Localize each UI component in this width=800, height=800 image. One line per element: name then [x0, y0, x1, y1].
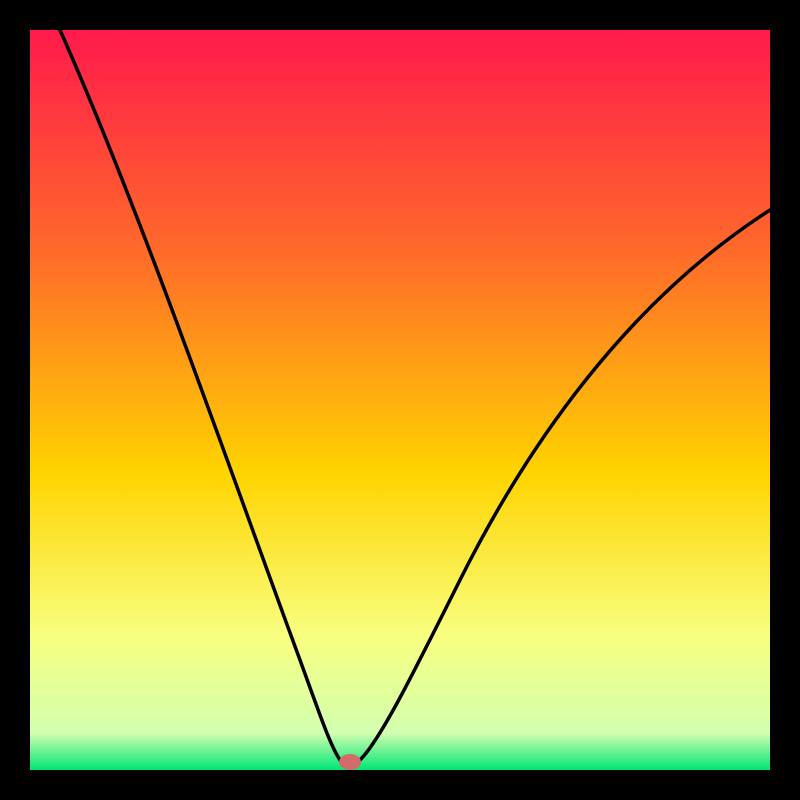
plot-area [30, 30, 770, 770]
optimum-marker [339, 754, 361, 770]
chart-frame: TheBottleneck.com [0, 0, 800, 800]
bottleneck-chart [0, 0, 800, 800]
